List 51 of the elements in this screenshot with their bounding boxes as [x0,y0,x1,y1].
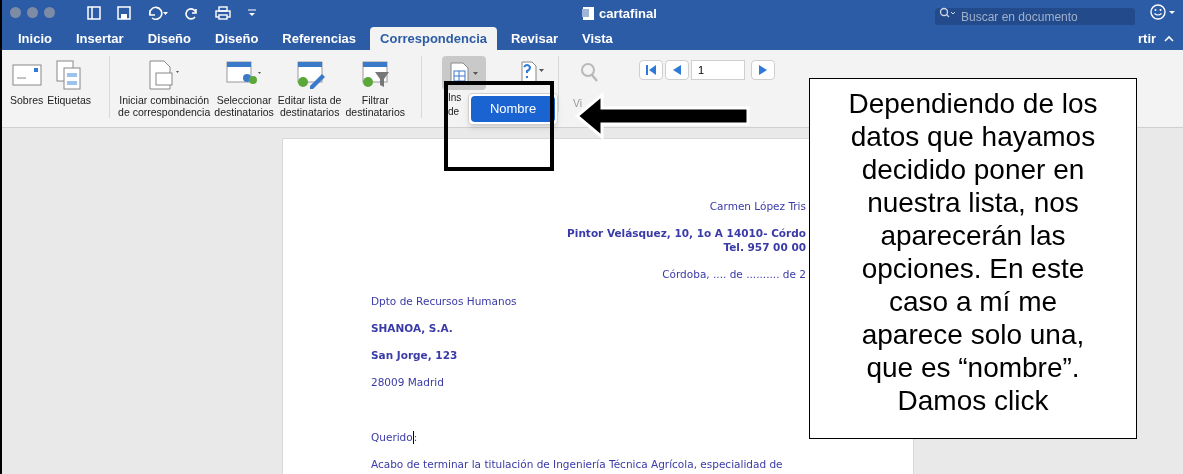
document-text: Pintor Velásquez, 10, 1o A 14010- Córdo [567,226,806,240]
save-icon[interactable] [117,5,131,20]
document-text: : [413,430,418,444]
smiley-icon[interactable] [1150,4,1178,20]
preview-label: Vi [573,96,584,111]
previous-icon [673,65,681,75]
next-icon [759,65,767,75]
first-icon [646,65,656,75]
menu-item[interactable]: Nombre [471,96,555,122]
sidebar-icon[interactable] [87,5,101,20]
document-text: Querido [371,430,413,444]
document-text: Tel. 957 00 00 [723,240,806,254]
ribbon-button[interactable]: Etiquetas [45,56,94,106]
document-text: Acabo de terminar la titulación de Ingeniería Técnica Agrícola, especialidad de [371,457,783,471]
ribbon-tab[interactable]: Correspondencia [370,27,497,50]
share-label[interactable]: rtir [1138,29,1157,49]
collapse-icon[interactable] [1164,35,1175,43]
document-icon [582,6,595,22]
customize-icon[interactable] [247,7,257,18]
ribbon-button[interactable]: Iniciar combinación de correspondencia [116,56,213,118]
print-icon[interactable] [215,5,231,20]
ribbon-tab[interactable]: Referencias [272,27,367,50]
undo-icon[interactable] [147,5,169,20]
ribbon-tab[interactable]: Diseño [205,27,269,50]
redo-icon[interactable] [185,5,199,20]
previous-record-button[interactable] [665,60,689,80]
envelope-icon [11,64,42,86]
ribbon-tab[interactable]: Diseño [137,27,201,50]
table-filter-icon [359,60,392,90]
document-text: 28009 Madrid [371,375,444,389]
window-title: cartafinal [599,5,657,23]
ribbon-button[interactable]: Filtrar destinatarios [343,56,407,118]
document-text: Córdoba, .... de .......... de 2 [662,267,806,281]
document-text: Dpto de Recursos Humanos [371,294,517,308]
labels-icon [56,60,83,90]
ribbon-tab[interactable]: Insertar [65,27,134,50]
document-text: San Jorge, 123 [371,348,458,362]
next-record-button[interactable] [751,60,775,80]
ribbon-button[interactable]: Seleccionar destinatarios [212,56,276,118]
document-text: Carmen López Tris [709,199,806,213]
ribbon-button[interactable]: Sobres [8,56,46,106]
ribbon-tab[interactable]: Inicio [8,27,62,50]
ribbon-tab[interactable]: Revisar [501,27,568,50]
ribbon-button[interactable]: Editar lista de destinatarios [275,56,344,118]
record-field[interactable]: 1 [691,60,745,80]
search-icon [939,7,957,19]
document-text: SHANOA, S.A. [371,321,453,335]
ribbon-tab[interactable]: Vista [571,27,623,50]
callout-text: Dependiendo de los datos que hayamos decidido poner en nuestra lista, nos aparecerán las opciones. En este caso a mí me aparece solo una, que es “nombre”. Damos click [847,87,1099,417]
first-record-button[interactable] [639,60,663,80]
search-field[interactable]: Buscar en documento [935,8,1135,26]
